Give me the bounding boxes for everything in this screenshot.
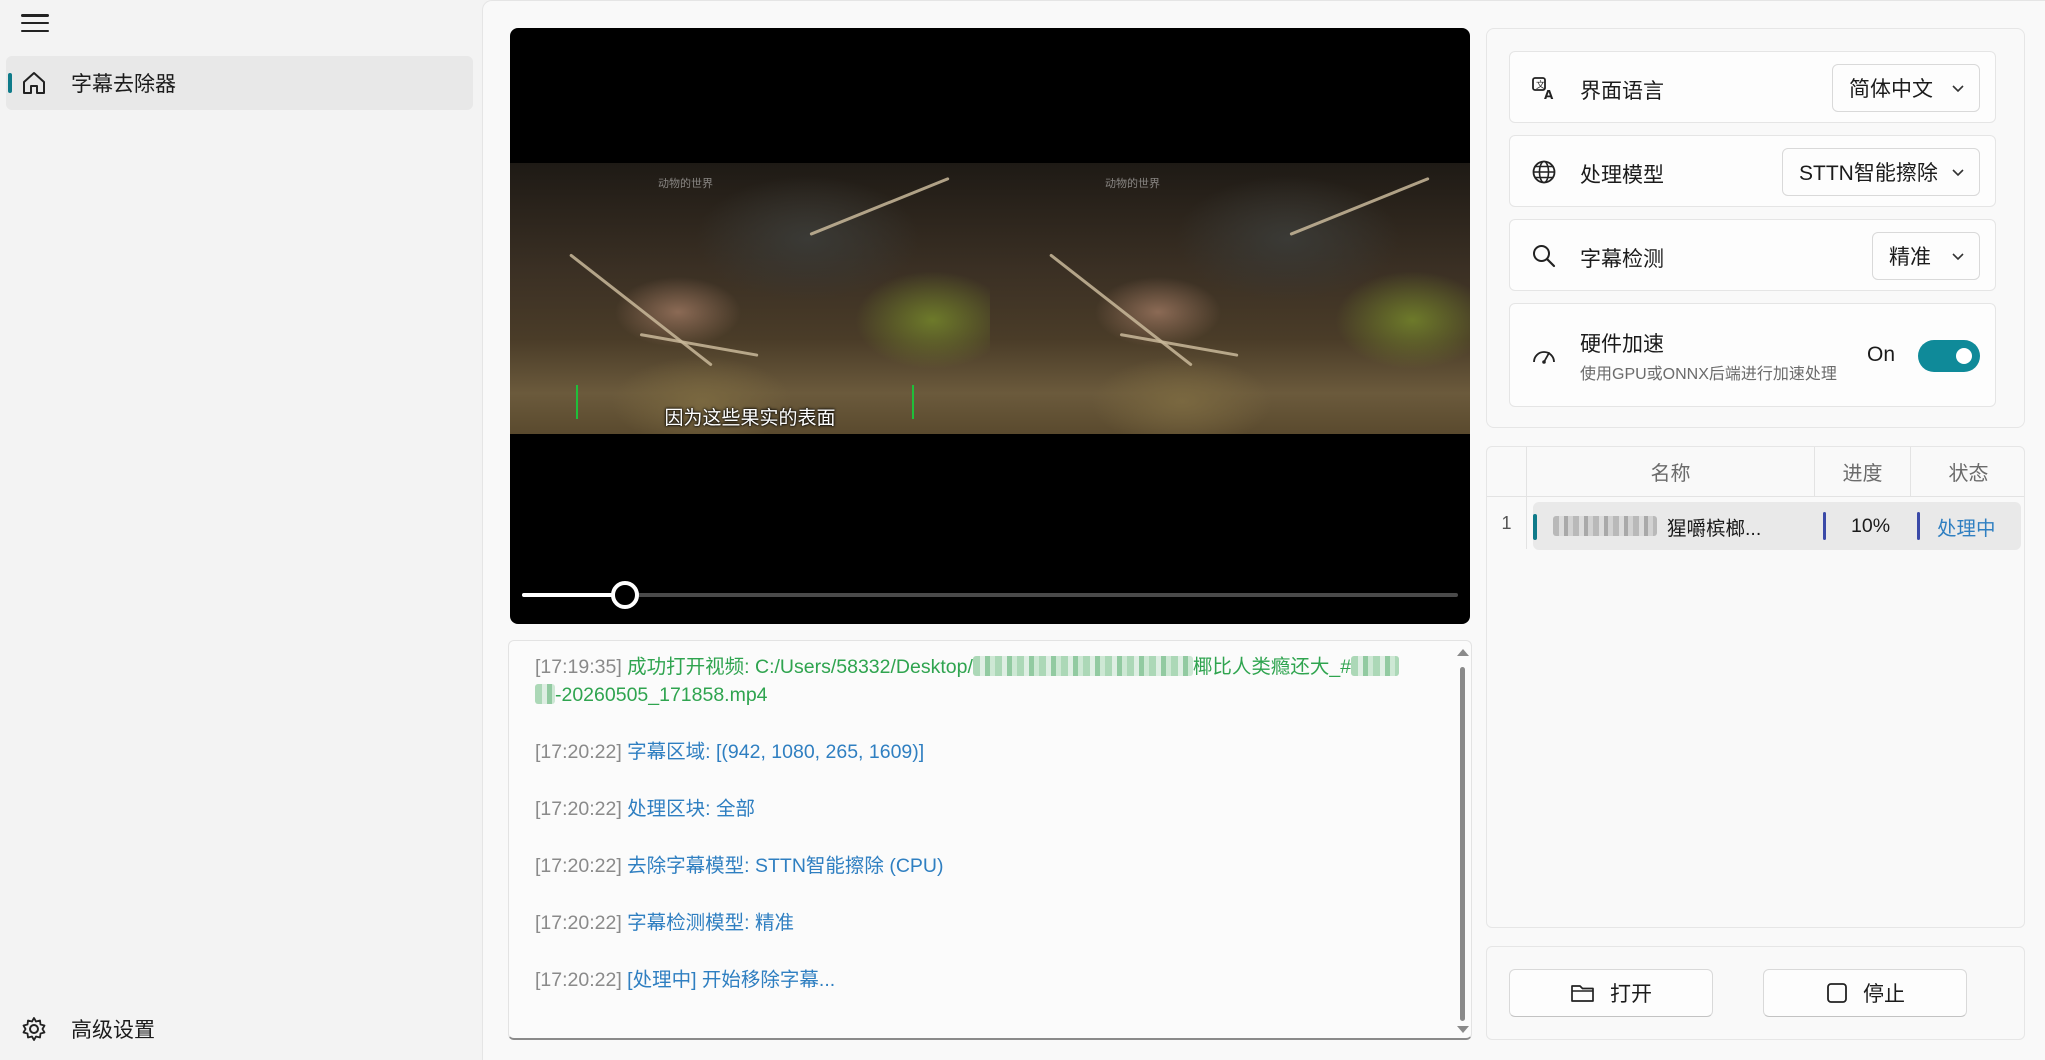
task-name: 猩嚼槟榔... — [1667, 517, 1762, 540]
setting-model-title: 处理模型 — [1580, 164, 1664, 187]
sidebar-item-label: 字幕去除器 — [71, 73, 176, 96]
log-scrollbar-thumb[interactable] — [1460, 667, 1465, 1021]
table-header-index — [1487, 447, 1527, 497]
log-output[interactable]: [17:19:35] 成功打开视频: C:/Users/58332/Deskto… — [508, 640, 1472, 1040]
redacted-text — [1351, 656, 1400, 676]
video-scene-image — [510, 163, 990, 434]
scroll-down-arrow-icon[interactable] — [1457, 1026, 1469, 1033]
setting-model: 处理模型 STTN智能擦除 — [1509, 135, 1996, 207]
processed-frame: 动物的世界 — [990, 163, 1470, 434]
log-entry: [17:20:22] 字幕区域: [(942, 1080, 265, 1609)… — [535, 738, 1447, 766]
log-timestamp: [17:20:22] — [535, 969, 622, 991]
original-frame: 动物的世界 因为这些果实的表面 — [510, 163, 990, 434]
log-message: 成功打开视频: C:/Users/58332/Desktop/椰比人类瘾还大_#… — [535, 656, 1400, 706]
detection-select[interactable]: 精准 — [1872, 232, 1980, 280]
redacted-text — [972, 656, 1193, 676]
open-button-label: 打开 — [1610, 983, 1652, 1006]
hardware-toggle-state-label: On — [1867, 343, 1896, 366]
log-entries: [17:19:35] 成功打开视频: C:/Users/58332/Deskto… — [535, 653, 1447, 1023]
stop-button[interactable]: 停止 — [1763, 969, 1967, 1017]
task-table: 名称 进度 状态 1 猩嚼槟榔... 10% 处理中 — [1486, 446, 2025, 928]
log-scrollbar[interactable] — [1457, 647, 1469, 1035]
model-select[interactable]: STTN智能擦除 — [1782, 148, 1980, 196]
setting-detection-title: 字幕检测 — [1580, 248, 1664, 271]
detection-select-value: 精准 — [1889, 246, 1931, 269]
svg-text:A: A — [1544, 88, 1554, 102]
log-entry: [17:19:35] 成功打开视频: C:/Users/58332/Deskto… — [535, 653, 1447, 709]
sidebar-item-advanced-settings[interactable]: 高级设置 — [6, 1002, 306, 1056]
hardware-acceleration-toggle[interactable] — [1918, 340, 1980, 372]
action-panel: 打开 停止 — [1486, 946, 2025, 1040]
video-seek-thumb[interactable] — [610, 581, 639, 609]
scroll-up-arrow-icon[interactable] — [1457, 649, 1469, 656]
settings-panel: 文 A 界面语言 简体中文 处理模型 STTN智能擦除 字幕检测 精准 硬件加速… — [1486, 28, 2025, 428]
task-status: 处理中 — [1937, 517, 1996, 540]
row-selected-indicator — [1533, 514, 1537, 540]
speedometer-icon — [1533, 351, 1555, 364]
language-select-value: 简体中文 — [1849, 78, 1933, 101]
log-entry: [17:20:22] [处理中] 开始移除字幕... — [535, 966, 1447, 994]
log-timestamp: [17:20:22] — [535, 741, 622, 763]
open-button[interactable]: 打开 — [1509, 969, 1713, 1017]
video-scene-image-processed — [990, 163, 1470, 434]
log-timestamp: [17:20:22] — [535, 798, 622, 820]
log-message: 字幕检测模型: 精准 — [627, 912, 795, 934]
video-seek-progress — [522, 593, 625, 597]
search-icon — [1533, 245, 1556, 268]
table-row-index: 1 — [1487, 497, 1527, 549]
language-select[interactable]: 简体中文 — [1832, 64, 1980, 112]
globe-icon — [1532, 160, 1556, 184]
task-progress: 10% — [1851, 514, 1891, 537]
table-header-progress[interactable]: 进度 — [1815, 447, 1911, 497]
setting-hardware-description: 使用GPU或ONNX后端进行加速处理 — [1580, 366, 1837, 383]
log-timestamp: [17:20:22] — [535, 855, 622, 877]
video-seek-track[interactable] — [522, 593, 1458, 597]
sidebar-footer-label: 高级设置 — [71, 1019, 155, 1042]
task-name-cell: 猩嚼槟榔... — [1553, 502, 1761, 550]
setting-language: 文 A 界面语言 简体中文 — [1509, 51, 1996, 123]
video-subtitle: 因为这些果实的表面 — [664, 408, 836, 429]
column-divider — [1823, 512, 1826, 540]
sidebar: 字幕去除器 高级设置 — [0, 0, 482, 1060]
toggle-knob — [1956, 348, 1972, 364]
setting-language-title: 界面语言 — [1580, 80, 1664, 103]
log-entry: [17:20:22] 字幕检测模型: 精准 — [535, 909, 1447, 937]
log-message: 处理区块: 全部 — [627, 798, 756, 820]
chevron-down-icon — [1952, 169, 1964, 177]
log-message: 去除字幕模型: STTN智能擦除 (CPU) — [627, 855, 944, 877]
chevron-down-icon — [1952, 85, 1964, 93]
table-row[interactable]: 猩嚼槟榔... 10% 处理中 — [1533, 502, 2021, 550]
home-icon — [23, 72, 45, 94]
setting-hardware-acceleration: 硬件加速 使用GPU或ONNX后端进行加速处理 On — [1509, 303, 1996, 407]
folder-icon — [1571, 985, 1594, 1002]
table-header-status[interactable]: 状态 — [1911, 447, 2024, 497]
gear-icon — [22, 1017, 46, 1041]
chevron-down-icon — [1952, 253, 1964, 261]
log-message: 字幕区域: [(942, 1080, 265, 1609)] — [627, 741, 925, 763]
column-divider — [1917, 512, 1920, 540]
redacted-text — [1553, 516, 1657, 536]
setting-detection: 字幕检测 精准 — [1509, 219, 1996, 291]
log-entry: [17:20:22] 处理区块: 全部 — [535, 795, 1447, 823]
language-icon: 文 A — [1532, 77, 1554, 102]
selected-indicator — [8, 73, 12, 93]
video-preview[interactable]: 动物的世界 因为这些果实的表面 动物的世界 — [510, 28, 1470, 624]
redacted-text — [535, 684, 555, 704]
video-watermark-processed: 动物的世界 — [1105, 178, 1160, 190]
setting-hardware-title: 硬件加速 — [1580, 333, 1664, 356]
log-timestamp: [17:20:22] — [535, 912, 622, 934]
sidebar-item-subtitle-remover[interactable]: 字幕去除器 — [6, 56, 473, 110]
hamburger-menu-icon[interactable] — [20, 12, 50, 34]
stop-button-label: 停止 — [1863, 983, 1905, 1006]
video-watermark: 动物的世界 — [658, 178, 713, 190]
log-entry: [17:20:22] 去除字幕模型: STTN智能擦除 (CPU) — [535, 852, 1447, 880]
model-select-value: STTN智能擦除 — [1799, 162, 1938, 185]
table-header-name[interactable]: 名称 — [1527, 447, 1815, 497]
log-timestamp: [17:19:35] — [535, 656, 622, 678]
stop-icon — [1827, 983, 1847, 1003]
log-message: [处理中] 开始移除字幕... — [627, 969, 836, 991]
